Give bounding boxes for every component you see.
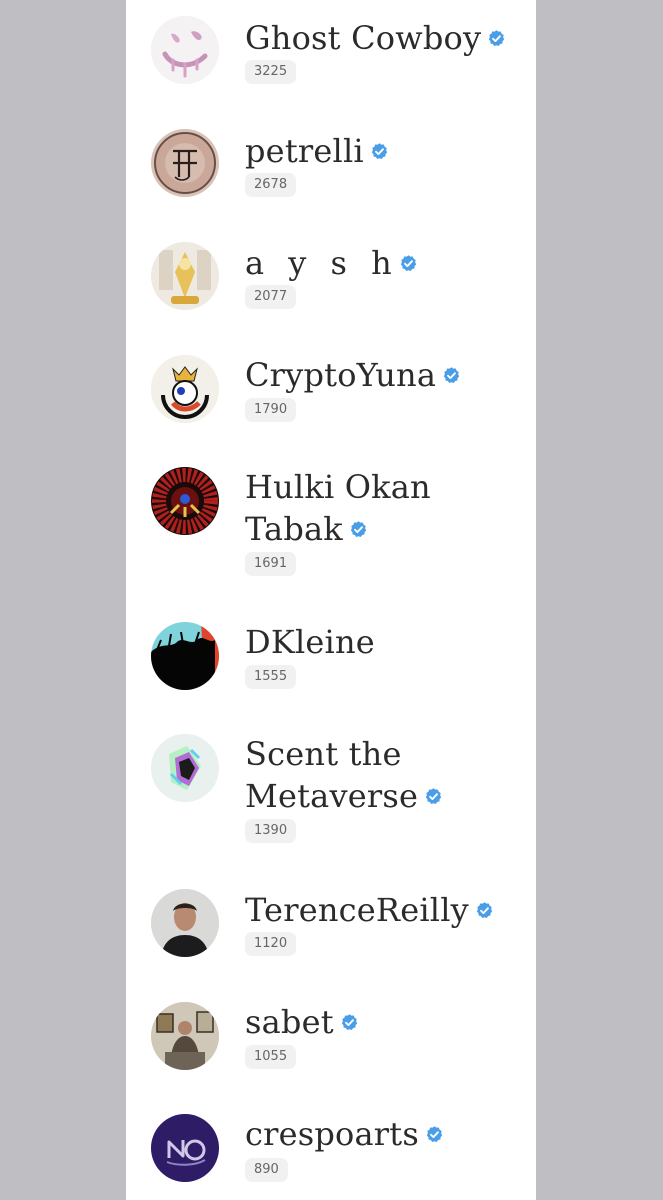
creator-name[interactable]: Hulki Okan Tabak <box>245 466 530 550</box>
studio-photo-avatar[interactable] <box>151 1002 219 1070</box>
count-badge: 1790 <box>245 398 297 422</box>
verified-badge-icon <box>442 366 461 385</box>
glitch-3d-avatar[interactable] <box>151 734 219 802</box>
sketch-monogram-avatar[interactable] <box>151 129 219 197</box>
dark-silhouette-avatar[interactable] <box>151 622 219 690</box>
count-badge: 3225 <box>245 60 297 84</box>
creator-name[interactable]: CryptoYuna <box>245 354 530 396</box>
count-badge: 1691 <box>245 552 297 576</box>
count-badge: 1390 <box>245 819 297 843</box>
creator-list: Ghost Cowboy 3225 petrelli 2678 a y s h … <box>126 0 536 1200</box>
count-badge: 890 <box>245 1158 288 1182</box>
creator-name[interactable]: DKleine <box>245 621 530 663</box>
creator-name[interactable]: crespoarts <box>245 1113 530 1155</box>
verified-badge-icon <box>487 29 506 48</box>
red-burst-avatar[interactable] <box>151 467 219 535</box>
creator-name[interactable]: Ghost Cowboy <box>245 17 530 59</box>
purple-logo-avatar[interactable] <box>151 1114 219 1182</box>
creator-name[interactable]: Scent the Metaverse <box>245 733 530 817</box>
count-badge: 2077 <box>245 285 297 309</box>
verified-badge-icon <box>425 1125 444 1144</box>
verified-badge-icon <box>349 520 368 539</box>
smiley-drip-avatar[interactable] <box>151 16 219 84</box>
verified-badge-icon <box>370 142 389 161</box>
count-badge: 2678 <box>245 173 297 197</box>
golden-figure-avatar[interactable] <box>151 242 219 310</box>
count-badge: 1120 <box>245 932 297 956</box>
creator-name[interactable]: sabet <box>245 1001 530 1043</box>
creator-name[interactable]: petrelli <box>245 130 530 172</box>
portrait-photo-avatar[interactable] <box>151 889 219 957</box>
count-badge: 1555 <box>245 665 297 689</box>
count-badge: 1055 <box>245 1045 297 1069</box>
verified-badge-icon <box>399 254 418 273</box>
creator-name[interactable]: a y s h <box>245 242 530 284</box>
verified-badge-icon <box>340 1013 359 1032</box>
crowned-character-avatar[interactable] <box>151 355 219 423</box>
verified-badge-icon <box>475 901 494 920</box>
creator-name[interactable]: TerenceReilly <box>245 889 530 931</box>
verified-badge-icon <box>424 787 443 806</box>
